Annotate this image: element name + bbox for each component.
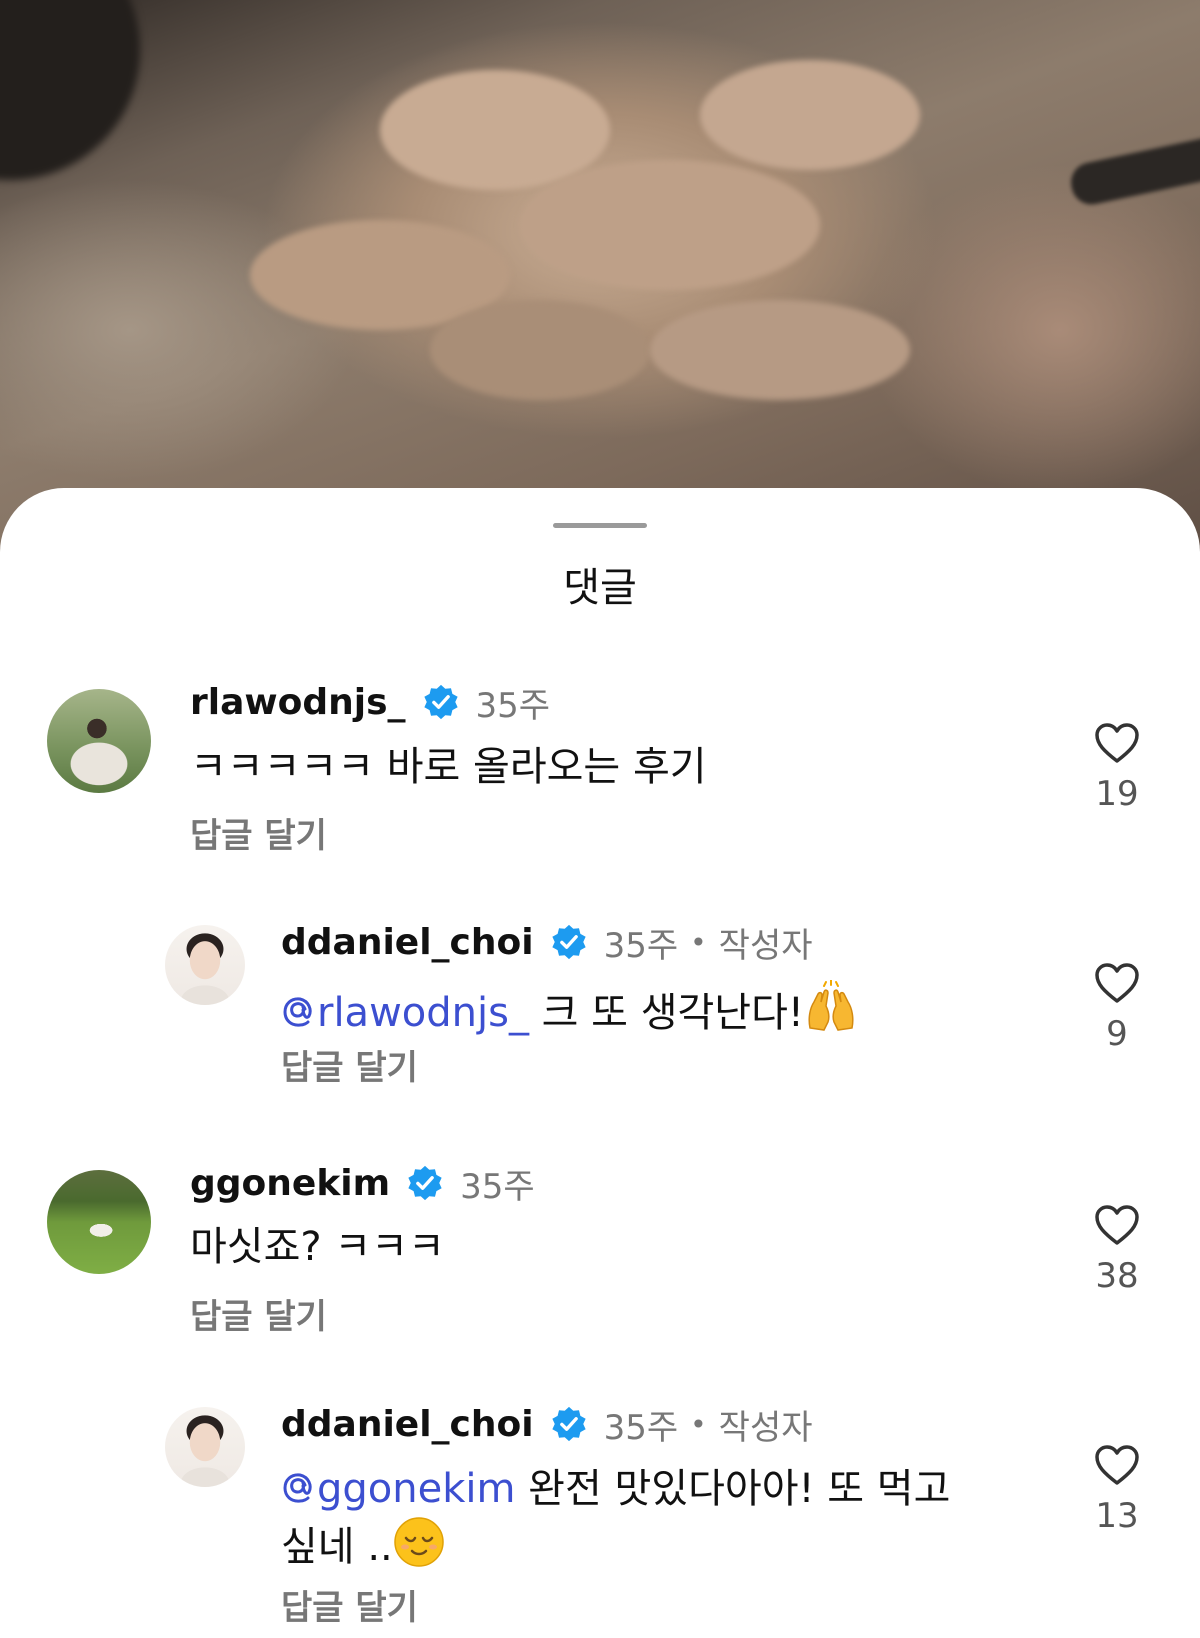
mention-username[interactable]: rlawodnjs_ — [317, 990, 529, 1036]
avatar[interactable] — [47, 689, 151, 793]
reply-button[interactable]: 답글 달기 — [190, 808, 327, 857]
username[interactable]: rlawodnjs_ — [190, 682, 406, 723]
comment-body: 크 또 생각난다! — [528, 990, 804, 1036]
username[interactable]: ddaniel_choi — [281, 1404, 534, 1445]
meat-slice — [520, 160, 820, 290]
like-control[interactable]: 13 — [1077, 1444, 1157, 1536]
meat-slice — [650, 300, 910, 400]
heart-icon[interactable] — [1094, 722, 1140, 764]
like-control[interactable]: 19 — [1077, 722, 1157, 814]
verified-badge-icon — [551, 924, 586, 960]
drag-handle[interactable] — [553, 523, 647, 528]
comment-text: 마싯죠? ㅋㅋㅋ — [190, 1224, 445, 1270]
avatar[interactable] — [47, 1170, 151, 1274]
comment-time: 35주 — [460, 1166, 535, 1207]
reply-button[interactable]: 답글 달기 — [190, 1289, 327, 1338]
comment-line-1: ggonekim 완전 맛있다아아! 또 먹고 — [281, 1462, 981, 1516]
username[interactable]: ggonekim — [190, 1163, 390, 1204]
author-label: 작성자 — [718, 925, 813, 966]
comment-meta: ddaniel_choi 35주 • 작성자 — [281, 918, 813, 966]
author-label: 작성자 — [718, 1407, 813, 1448]
separator-dot: • — [690, 925, 707, 959]
like-count: 38 — [1095, 1256, 1139, 1296]
avatar[interactable] — [165, 1407, 245, 1487]
comment-text: ㅋㅋㅋㅋㅋ 바로 올라오는 후기 — [190, 744, 707, 790]
threads-at-icon — [283, 1473, 312, 1503]
like-count: 13 — [1095, 1496, 1139, 1536]
separator-dot: • — [690, 1407, 707, 1441]
comment-meta: rlawodnjs_ 35주 — [190, 678, 550, 726]
heart-icon[interactable] — [1094, 1204, 1140, 1246]
comment-body: 완전 맛있다아아! 또 먹고 — [515, 1466, 951, 1512]
comment-text: rlawodnjs_ 크 또 생각난다! — [281, 980, 858, 1040]
comment-body: 싶네 .. — [281, 1524, 393, 1570]
reply-button[interactable]: 답글 달기 — [281, 1040, 418, 1089]
heart-icon[interactable] — [1094, 1444, 1140, 1486]
meat-slice — [380, 70, 610, 190]
comment-text: ggonekim 완전 맛있다아아! 또 먹고 싶네 .. — [281, 1462, 981, 1574]
heart-icon[interactable] — [1094, 962, 1140, 1004]
comment-time: 35주 — [603, 925, 679, 966]
like-count: 9 — [1106, 1014, 1128, 1054]
comment-line-2: 싶네 .. — [281, 1516, 981, 1574]
verified-badge-icon — [408, 1165, 442, 1201]
mention-link[interactable]: rlawodnjs_ — [281, 990, 529, 1036]
comment-meta: ddaniel_choi 35주 • 작성자 — [281, 1400, 813, 1448]
like-control[interactable]: 38 — [1077, 1204, 1157, 1296]
mention-username[interactable]: ggonekim — [317, 1466, 515, 1512]
verified-badge-icon — [551, 1406, 586, 1442]
spoon — [1067, 133, 1200, 209]
raised-hands-emoji — [808, 980, 854, 1031]
meat-slice — [430, 300, 650, 400]
threads-at-icon — [283, 997, 312, 1027]
meat-slice — [700, 60, 920, 170]
bowl-rim — [0, 0, 140, 180]
mention-link[interactable]: ggonekim — [281, 1466, 515, 1512]
avatar[interactable] — [165, 925, 245, 1005]
relieved-face-emoji — [394, 1517, 444, 1567]
comment-time: 35주 — [603, 1407, 679, 1448]
verified-badge-icon — [423, 684, 458, 720]
like-control[interactable]: 9 — [1077, 962, 1157, 1054]
sheet-title: 댓글 — [563, 565, 637, 611]
post-photo — [0, 0, 1200, 560]
comment-time: 35주 — [475, 685, 551, 726]
like-count: 19 — [1095, 774, 1139, 814]
reply-button[interactable]: 답글 달기 — [281, 1580, 418, 1629]
comment-meta: ggonekim 35주 — [190, 1159, 535, 1207]
username[interactable]: ddaniel_choi — [281, 922, 534, 963]
